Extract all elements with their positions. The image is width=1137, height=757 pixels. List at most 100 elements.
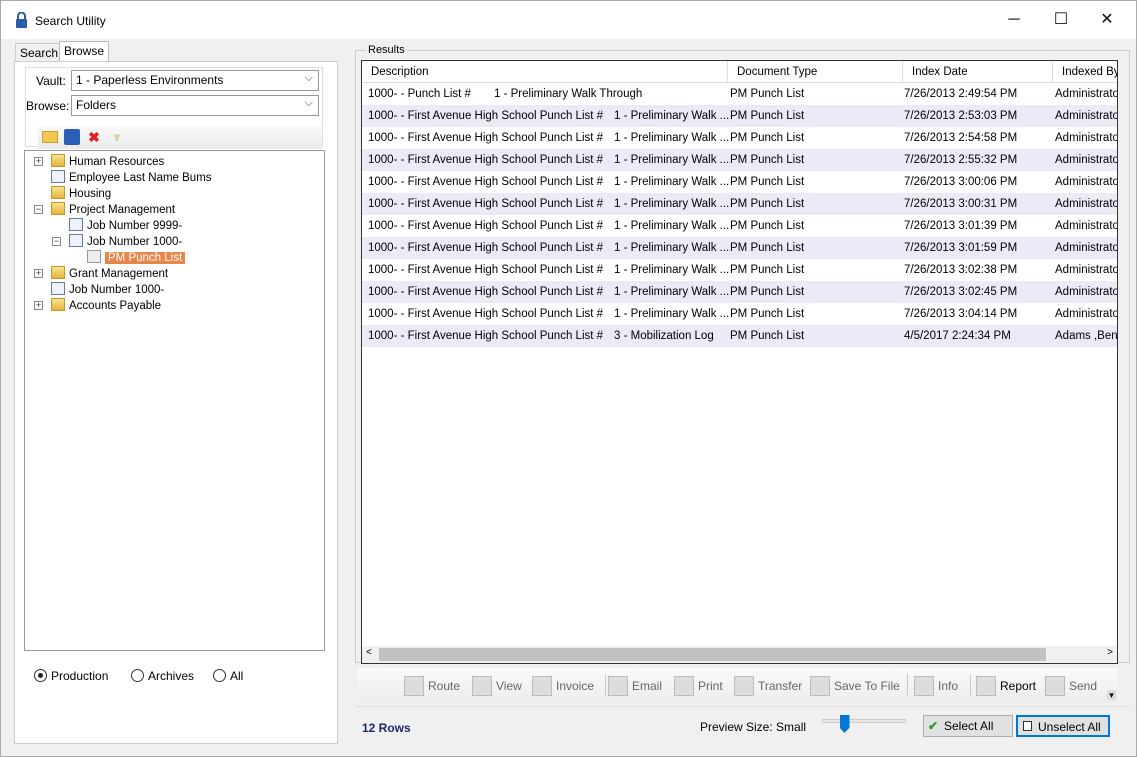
window-title: Search Utility bbox=[35, 14, 106, 28]
index-date-cell: 7/26/2013 2:53:03 PM bbox=[904, 110, 1018, 122]
index-date-cell: 7/26/2013 3:01:59 PM bbox=[904, 242, 1018, 254]
table-row[interactable]: 1000- - First Avenue High School Punch L… bbox=[362, 281, 1117, 303]
preview-size-slider[interactable] bbox=[820, 715, 908, 739]
description-cell: 1000- - First Avenue High School Punch L… bbox=[368, 242, 604, 254]
browse-value: Folders bbox=[76, 98, 117, 112]
tab-search[interactable]: Search bbox=[15, 43, 64, 61]
tree-node-label: Job Number 1000- bbox=[87, 236, 183, 248]
table-row[interactable]: 1000- - First Avenue High School Punch L… bbox=[362, 105, 1117, 127]
radio-all[interactable]: All bbox=[213, 669, 243, 683]
expand-icon[interactable]: + bbox=[34, 269, 43, 278]
folder-tree[interactable]: + Human Resources Employee Last Name Bums H… bbox=[24, 150, 325, 651]
select-all-button[interactable]: ✔ Select All bbox=[923, 715, 1013, 737]
info-icon bbox=[914, 676, 934, 696]
table-row[interactable]: 1000- - First Avenue High School Punch L… bbox=[362, 149, 1117, 171]
browse-select[interactable]: Folders ⌵ bbox=[71, 95, 319, 116]
invoice-button[interactable]: Invoice bbox=[532, 676, 594, 696]
table-row[interactable]: 1000- - First Avenue High School Punch L… bbox=[362, 325, 1117, 347]
new-folder-icon[interactable] bbox=[42, 131, 58, 143]
index-date-cell: 7/26/2013 3:02:38 PM bbox=[904, 264, 1018, 276]
browse-toolbar: ✖ ♆ bbox=[38, 125, 322, 149]
description-cell: 1000- - Punch List # bbox=[368, 88, 471, 100]
action-label: Transfer bbox=[758, 679, 803, 693]
print-button[interactable]: Print bbox=[674, 676, 723, 696]
view-button[interactable]: View bbox=[472, 676, 522, 696]
minimize-button[interactable]: ─ bbox=[991, 5, 1037, 35]
index-date-cell: 7/26/2013 2:49:54 PM bbox=[904, 88, 1018, 100]
column-indexed-by[interactable]: Indexed By bbox=[1053, 61, 1117, 83]
unselect-all-button[interactable]: Unselect All bbox=[1016, 715, 1110, 737]
expand-icon[interactable]: + bbox=[34, 301, 43, 310]
tree-node[interactable]: Job Number 1000- bbox=[69, 234, 182, 250]
tree-node[interactable]: Job Number 9999- bbox=[69, 218, 182, 234]
slider-thumb[interactable] bbox=[839, 715, 850, 733]
tree-node-label: Employee Last Name Bums bbox=[69, 172, 212, 184]
radio-archives[interactable]: Archives bbox=[131, 669, 194, 683]
description-detail-cell: 1 - Preliminary Walk ... bbox=[614, 242, 730, 254]
folder-icon bbox=[51, 186, 65, 199]
tree-node-label: Job Number 1000- bbox=[69, 284, 165, 296]
toolbar-overflow-icon[interactable]: ▾ bbox=[1107, 690, 1116, 700]
tree-node[interactable]: Accounts Payable bbox=[51, 298, 161, 314]
close-button[interactable]: ✕ bbox=[1084, 5, 1130, 35]
table-row[interactable]: 1000- - First Avenue High School Punch L… bbox=[362, 237, 1117, 259]
index-date-cell: 7/26/2013 3:02:45 PM bbox=[904, 286, 1018, 298]
description-cell: 1000- - First Avenue High School Punch L… bbox=[368, 176, 604, 188]
tree-node[interactable]: Project Management bbox=[51, 202, 175, 218]
table-row[interactable]: 1000- - First Avenue High School Punch L… bbox=[362, 171, 1117, 193]
vault-value: 1 - Paperless Environments bbox=[76, 73, 224, 87]
action-label: Info bbox=[938, 679, 959, 693]
indexed-by-cell: Administrator bbox=[1055, 110, 1118, 122]
column-document-type[interactable]: Document Type bbox=[728, 61, 903, 83]
tree-node[interactable]: Employee Last Name Bums bbox=[51, 170, 212, 186]
browse-options: Vault: 1 - Paperless Environments ⌵ Brows… bbox=[25, 67, 323, 149]
tab-browse[interactable]: Browse bbox=[59, 41, 110, 62]
radio-production[interactable]: Production bbox=[34, 669, 108, 683]
table-row[interactable]: 1000- - First Avenue High School Punch L… bbox=[362, 127, 1117, 149]
table-row[interactable]: 1000- - First Avenue High School Punch L… bbox=[362, 259, 1117, 281]
tree-node[interactable]: Housing bbox=[51, 186, 111, 202]
action-toolbar: ▾ Route View Invoice Email Print Transfer Save… bbox=[358, 668, 1118, 702]
action-label: Email bbox=[632, 679, 663, 693]
collapse-icon[interactable]: − bbox=[52, 237, 61, 246]
tree-node[interactable]: Job Number 1000- bbox=[51, 282, 164, 298]
email-button[interactable]: Email bbox=[608, 676, 662, 696]
transfer-button[interactable]: Transfer bbox=[734, 676, 802, 696]
scrollbar-thumb[interactable] bbox=[379, 648, 1046, 661]
table-row[interactable]: 1000- - First Avenue High School Punch L… bbox=[362, 303, 1117, 325]
save-to-file-button[interactable]: Save To File bbox=[810, 676, 900, 696]
select-all-label: Select All bbox=[944, 719, 994, 733]
delete-icon[interactable]: ✖ bbox=[86, 129, 102, 145]
column-description[interactable]: Description bbox=[362, 61, 728, 83]
send-button[interactable]: Send bbox=[1045, 676, 1097, 696]
vault-select[interactable]: 1 - Paperless Environments ⌵ bbox=[71, 70, 319, 91]
tree-node[interactable]: Grant Management bbox=[51, 266, 168, 282]
folder-icon bbox=[51, 298, 65, 311]
transfer-icon bbox=[734, 676, 754, 696]
table-row[interactable]: 1000- - First Avenue High School Punch L… bbox=[362, 215, 1117, 237]
save-icon[interactable] bbox=[64, 129, 80, 145]
radio-label: All bbox=[230, 669, 244, 683]
route-button[interactable]: Route bbox=[404, 676, 460, 696]
indexed-by-cell: Administrator bbox=[1055, 88, 1118, 100]
maximize-button[interactable]: ☐ bbox=[1038, 5, 1084, 35]
indexed-by-cell: Administrator bbox=[1055, 286, 1118, 298]
action-label: Print bbox=[698, 679, 723, 693]
scroll-left-icon[interactable]: < bbox=[366, 647, 372, 658]
collapse-icon[interactable]: − bbox=[34, 205, 43, 214]
results-grid[interactable]: Description Document Type Index Date Ind… bbox=[361, 60, 1118, 664]
table-row[interactable]: 1000- - Punch List # 1 - Preliminary Walk… bbox=[362, 83, 1117, 105]
report-button[interactable]: Report bbox=[976, 676, 1036, 696]
info-button[interactable]: Info bbox=[914, 676, 958, 696]
folder-tree-icon[interactable]: ♆ bbox=[109, 129, 125, 145]
horizontal-scrollbar[interactable]: < > bbox=[362, 646, 1117, 663]
document-type-cell: PM Punch List bbox=[730, 242, 805, 254]
tree-node[interactable]: Human Resources bbox=[51, 154, 164, 170]
expand-icon[interactable]: + bbox=[34, 157, 43, 166]
document-icon bbox=[69, 218, 83, 231]
tree-node[interactable]: PM Punch List bbox=[87, 250, 186, 266]
column-index-date[interactable]: Index Date bbox=[903, 61, 1053, 83]
scroll-right-icon[interactable]: > bbox=[1107, 647, 1113, 658]
document-type-cell: PM Punch List bbox=[730, 110, 805, 122]
table-row[interactable]: 1000- - First Avenue High School Punch L… bbox=[362, 193, 1117, 215]
